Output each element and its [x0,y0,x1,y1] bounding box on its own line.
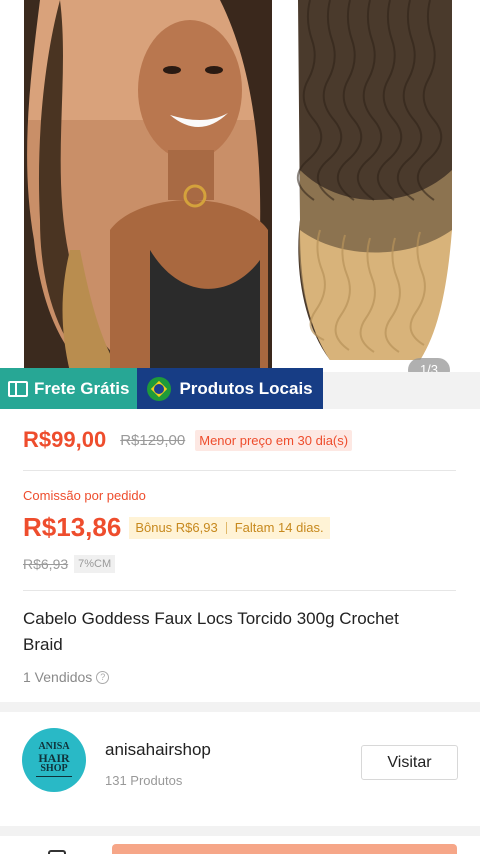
bottom-action-bar [0,836,480,854]
product-image-carousel[interactable]: 1/3 [0,0,480,372]
free-shipping-icon [8,380,28,397]
image-counter: 1/3 [408,358,450,372]
shop-logo-line-3: SHOP [40,763,68,774]
visit-shop-button[interactable]: Visitar [361,745,458,780]
price-row: R$99,00 R$129,00 Menor preço em 30 dia(s… [23,427,353,453]
bonus-amount: Bônus R$6,93 [135,520,218,535]
product-page: 1/3 Frete Grátis Produtos Locais R$99,00… [0,0,480,854]
original-price: R$129,00 [120,431,186,449]
buy-button[interactable] [112,844,457,854]
commission-amount: R$13,86 [23,512,122,542]
divider [23,470,456,471]
store-icon[interactable] [48,850,66,854]
bonus-separator [225,521,227,534]
product-title: Cabelo Goddess Faux Locs Torcido 300g Cr… [23,609,399,654]
shop-product-count: 131 Produtos [105,773,183,788]
info-icon[interactable]: ? [96,670,110,684]
commission-bonus-box: Bônus R$6,93 Faltam 14 dias. [129,516,330,539]
commission-rate-tag: 7%CM [74,555,116,573]
bonus-remaining: Faltam 14 dias. [234,520,324,535]
shop-logo-text: ANISA HAIR SHOP [22,742,86,774]
sold-count-label: 1 Vendidos [23,669,93,685]
current-price: R$99,00 [23,427,107,452]
sold-count: 1 Vendidos ? [23,669,110,685]
old-commission-amount: R$6,93 [23,556,69,572]
product-photo [24,0,455,372]
shop-name[interactable]: anisahairshop [105,740,211,760]
free-shipping-label: Frete Grátis [34,378,130,398]
product-info-card: R$99,00 R$129,00 Menor preço em 30 dia(s… [0,409,480,702]
free-shipping-badge: Frete Grátis [0,368,138,409]
commission-label: Comissão por pedido [23,488,146,503]
commission-detail-row: R$6,93 7%CM [23,555,116,573]
commission-row: R$13,86 Bônus R$6,93 Faltam 14 dias. [23,512,330,543]
shop-logo-underline [36,776,72,777]
local-products-badge: Produtos Locais [137,368,323,409]
local-products-label: Produtos Locais [179,378,313,398]
divider [23,590,456,591]
brazil-flag-icon [147,376,172,401]
shop-card: ANISA HAIR SHOP anisahairshop 131 Produt… [0,712,480,826]
shop-avatar[interactable]: ANISA HAIR SHOP [22,728,86,792]
product-badges: Frete Grátis Produtos Locais [0,368,323,409]
lowest-price-tag: Menor preço em 30 dia(s) [195,429,353,451]
